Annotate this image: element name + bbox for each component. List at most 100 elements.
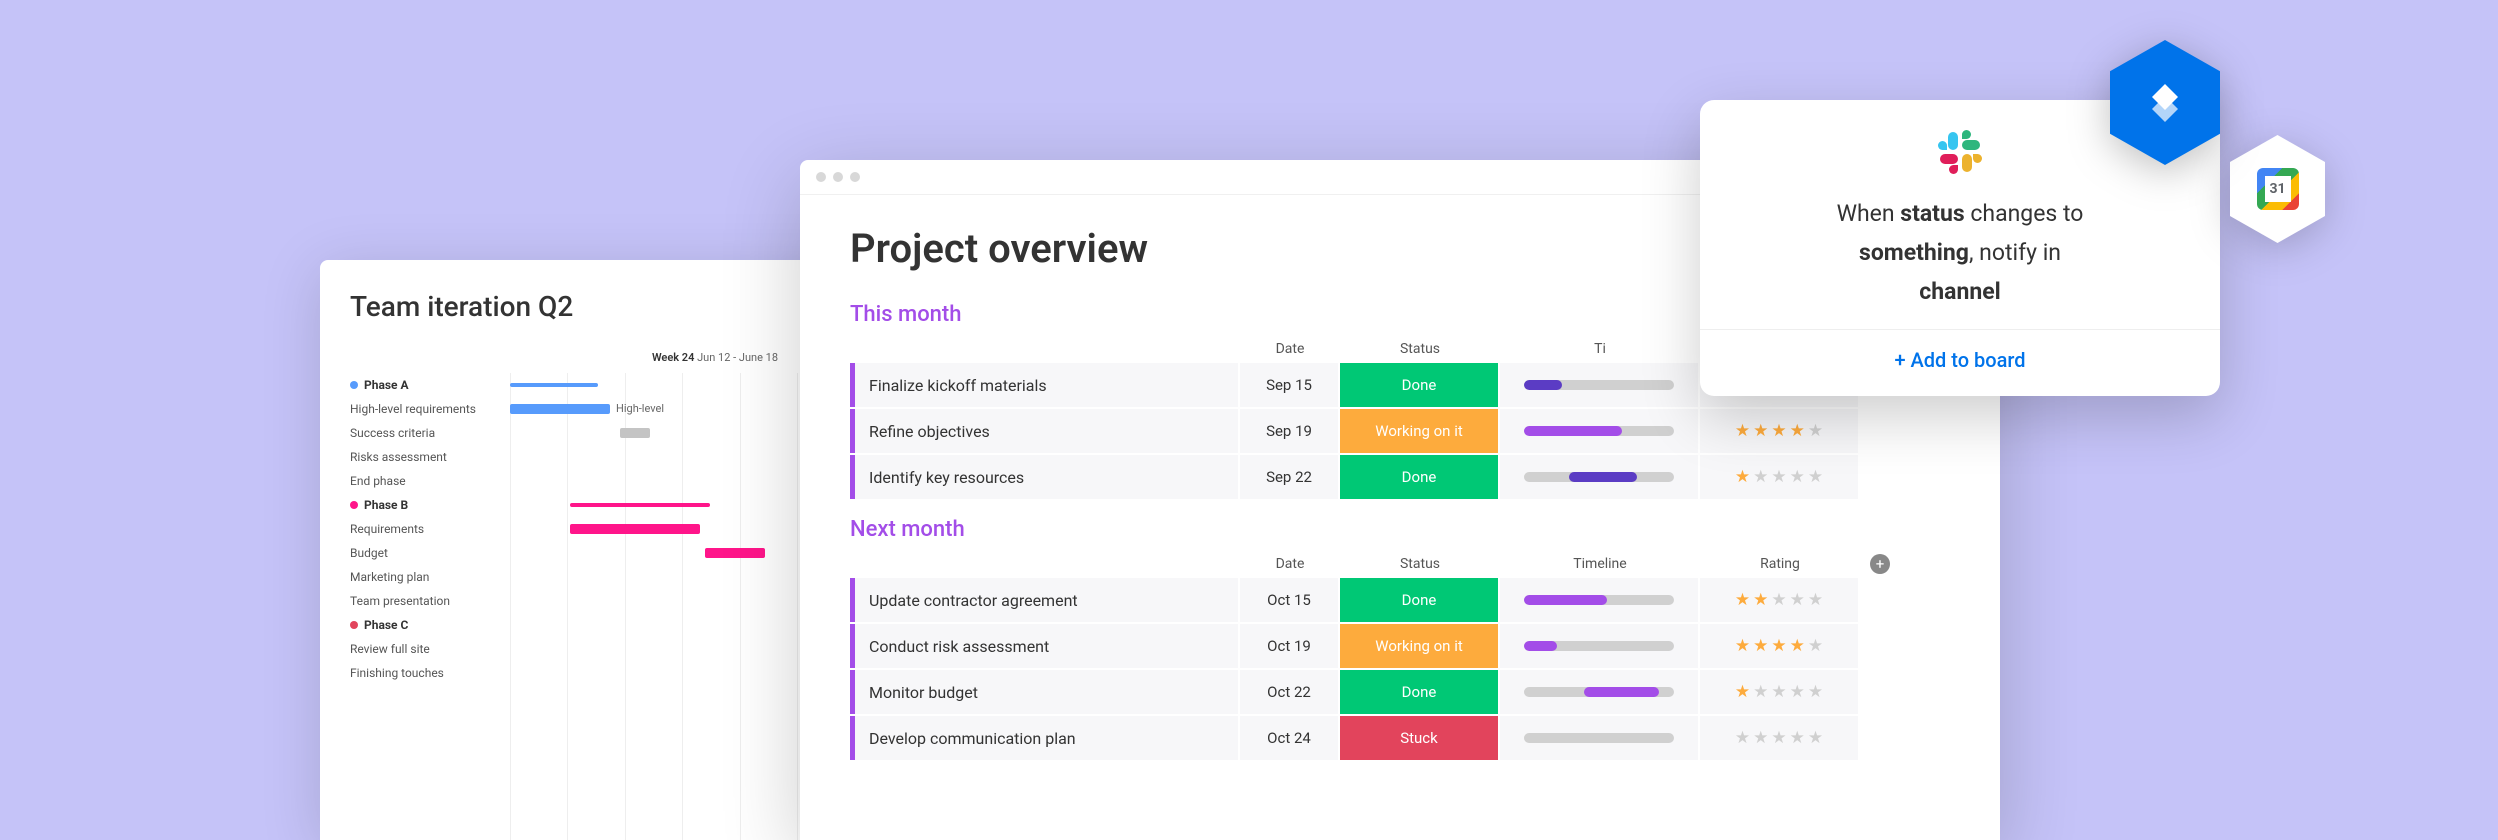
star-icon: ★ (1771, 728, 1786, 748)
cell-task[interactable]: Monitor budget (850, 670, 1238, 714)
col-date: Date (1240, 556, 1340, 572)
col-rating: Rating (1700, 556, 1860, 572)
cell-rating[interactable]: ★★★★★ (1700, 578, 1858, 622)
section-title[interactable]: Next month (850, 517, 1950, 542)
phase-color-dot-icon (350, 621, 358, 629)
gantt-row-label: Marketing plan (350, 570, 510, 584)
add-to-board-link[interactable]: + Add to board (1740, 348, 2180, 372)
star-icon: ★ (1735, 421, 1750, 441)
add-column[interactable]: + (1860, 554, 1900, 574)
cell-rating[interactable]: ★★★★★ (1700, 409, 1858, 453)
cell-date[interactable]: Oct 24 (1240, 716, 1338, 760)
maximize-dot-icon[interactable] (850, 172, 860, 182)
gantt-row-label: Phase A (350, 378, 510, 392)
gantt-row-label: Review full site (350, 642, 510, 656)
cell-status[interactable]: Stuck (1340, 716, 1498, 760)
divider (1700, 329, 2220, 330)
cell-task[interactable]: Refine objectives (850, 409, 1238, 453)
gantt-bar[interactable] (620, 428, 650, 438)
cell-task[interactable]: Develop communication plan (850, 716, 1238, 760)
cell-status[interactable]: Done (1340, 363, 1498, 407)
col-date: Date (1240, 341, 1340, 357)
cell-timeline[interactable] (1500, 455, 1698, 499)
table-row[interactable]: Identify key resourcesSep 22Done ★★★★★ (850, 455, 1950, 499)
star-icon: ★ (1790, 636, 1805, 656)
cell-date[interactable]: Sep 19 (1240, 409, 1338, 453)
cell-date[interactable]: Oct 19 (1240, 624, 1338, 668)
google-calendar-icon: 31 (2257, 168, 2299, 210)
gantt-bar[interactable] (705, 548, 765, 558)
cell-task[interactable]: Identify key resources (850, 455, 1238, 499)
cell-timeline[interactable] (1500, 670, 1698, 714)
gantt-row-label: Success criteria (350, 426, 510, 440)
star-icon: ★ (1790, 421, 1805, 441)
cell-task[interactable]: Finalize kickoff materials (850, 363, 1238, 407)
phase-color-dot-icon (350, 381, 358, 389)
cell-task[interactable]: Conduct risk assessment (850, 624, 1238, 668)
gantt-row-label: Phase B (350, 498, 510, 512)
close-dot-icon[interactable] (816, 172, 826, 182)
cell-timeline[interactable] (1500, 363, 1698, 407)
gantt-bar-label: High-level (616, 402, 664, 415)
star-icon: ★ (1735, 590, 1750, 610)
gantt-row-label: Risks assessment (350, 450, 510, 464)
gantt-row-label: Team presentation (350, 594, 510, 608)
cell-date[interactable]: Oct 15 (1240, 578, 1338, 622)
automation-text: When status changes to something, notify… (1740, 194, 2180, 311)
star-icon: ★ (1735, 467, 1750, 487)
col-timeline: Ti (1500, 341, 1700, 357)
cell-status[interactable]: Done (1340, 455, 1498, 499)
star-icon: ★ (1771, 682, 1786, 702)
cell-status[interactable]: Working on it (1340, 409, 1498, 453)
star-icon: ★ (1753, 682, 1768, 702)
cell-date[interactable]: Oct 22 (1240, 670, 1338, 714)
gantt-row-label: High-level requirements (350, 402, 510, 416)
jira-integration-badge[interactable] (2110, 40, 2220, 165)
star-icon: ★ (1808, 682, 1823, 702)
col-status: Status (1340, 556, 1500, 572)
phase-color-dot-icon (350, 501, 358, 509)
cell-date[interactable]: Sep 15 (1240, 363, 1338, 407)
table-row[interactable]: Conduct risk assessmentOct 19Working on … (850, 624, 1950, 668)
star-icon: ★ (1790, 467, 1805, 487)
gantt-row-label: Phase C (350, 618, 510, 632)
cell-timeline[interactable] (1500, 624, 1698, 668)
cell-timeline[interactable] (1500, 409, 1698, 453)
star-icon: ★ (1753, 728, 1768, 748)
cell-timeline[interactable] (1500, 578, 1698, 622)
cell-rating[interactable]: ★★★★★ (1700, 716, 1858, 760)
cell-rating[interactable]: ★★★★★ (1700, 670, 1858, 714)
cell-task[interactable]: Update contractor agreement (850, 578, 1238, 622)
gantt-bar[interactable] (570, 503, 710, 507)
star-icon: ★ (1735, 636, 1750, 656)
cell-status[interactable]: Done (1340, 670, 1498, 714)
slack-icon (1938, 130, 1982, 174)
star-icon: ★ (1771, 421, 1786, 441)
star-icon: ★ (1753, 467, 1768, 487)
cell-rating[interactable]: ★★★★★ (1700, 624, 1858, 668)
gantt-bar[interactable] (570, 524, 700, 534)
col-status: Status (1340, 341, 1500, 357)
gantt-row-label: Finishing touches (350, 666, 510, 680)
cell-date[interactable]: Sep 22 (1240, 455, 1338, 499)
star-icon: ★ (1790, 590, 1805, 610)
table-row[interactable]: Update contractor agreementOct 15Done★★★… (850, 578, 1950, 622)
table-header-row: DateStatusTimelineRating+ (850, 550, 1950, 578)
cell-status[interactable]: Working on it (1340, 624, 1498, 668)
google-calendar-integration-badge[interactable]: 31 (2230, 135, 2325, 243)
gantt-bar[interactable] (510, 383, 598, 387)
gantt-bar[interactable] (510, 404, 610, 414)
jira-icon (2140, 78, 2190, 128)
cell-timeline[interactable] (1500, 716, 1698, 760)
table-row[interactable]: Monitor budgetOct 22Done★★★★★ (850, 670, 1950, 714)
star-icon: ★ (1790, 682, 1805, 702)
star-icon: ★ (1753, 636, 1768, 656)
minimize-dot-icon[interactable] (833, 172, 843, 182)
table-row[interactable]: Develop communication planOct 24Stuck ★★★… (850, 716, 1950, 760)
star-icon: ★ (1808, 421, 1823, 441)
table-row[interactable]: Refine objectivesSep 19Working on it★★★★… (850, 409, 1950, 453)
star-icon: ★ (1735, 682, 1750, 702)
cell-status[interactable]: Done (1340, 578, 1498, 622)
star-icon: ★ (1771, 467, 1786, 487)
cell-rating[interactable]: ★★★★★ (1700, 455, 1858, 499)
